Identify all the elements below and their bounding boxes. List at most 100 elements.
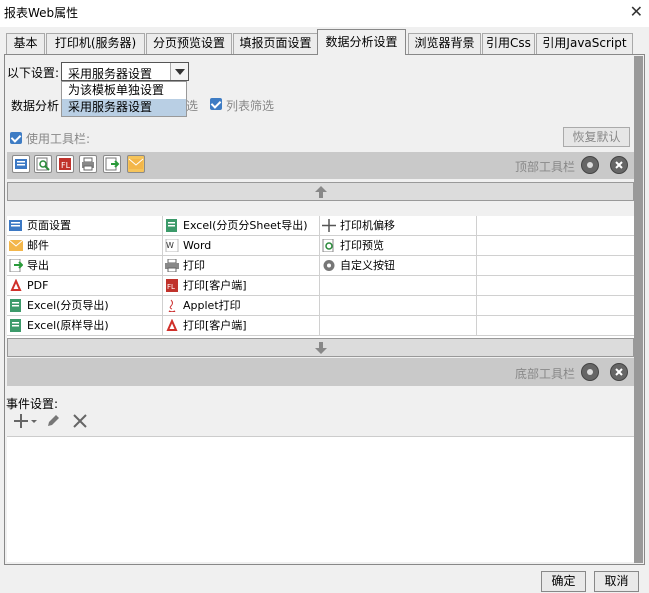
tab-css[interactable]: 引用Css bbox=[482, 33, 535, 54]
grid-item-custom-button[interactable]: 自定义按钮 bbox=[320, 256, 477, 276]
window-title: 报表Web属性 bbox=[4, 6, 79, 20]
ok-button[interactable]: 确定 bbox=[541, 571, 586, 592]
flash-print-icon[interactable]: FL bbox=[56, 155, 74, 173]
list-filter-checkbox[interactable] bbox=[210, 98, 222, 110]
grid-label: 邮件 bbox=[27, 239, 49, 252]
print-preview-icon bbox=[322, 239, 334, 252]
tab-javascript[interactable]: 引用JavaScript bbox=[536, 33, 633, 54]
grid-item-excel-sheet[interactable]: Excel(分页分Sheet导出) bbox=[163, 216, 320, 236]
excel-icon bbox=[10, 319, 21, 332]
excel-icon bbox=[10, 299, 21, 312]
use-toolbar-checkbox[interactable] bbox=[10, 132, 22, 144]
grid-label: Word bbox=[183, 239, 212, 252]
grid-item-print[interactable]: 打印 bbox=[163, 256, 320, 276]
grid-item-mail[interactable]: 邮件 bbox=[7, 236, 163, 256]
close-icon[interactable]: ✕ bbox=[630, 2, 643, 21]
grid-label: 自定义按钮 bbox=[340, 259, 395, 272]
remove-round-icon[interactable] bbox=[610, 363, 628, 381]
grid-label: PDF bbox=[27, 279, 49, 292]
grid-empty-cell bbox=[320, 316, 477, 336]
scrollbar[interactable] bbox=[634, 56, 643, 563]
grid-item-excel-page[interactable]: Excel(分页导出) bbox=[7, 296, 163, 316]
delete-icon[interactable] bbox=[72, 413, 88, 432]
top-toolbar-label: 顶部工具栏 bbox=[515, 160, 576, 174]
option-template[interactable]: 为该模板单独设置 bbox=[62, 82, 186, 99]
grid-item-pdf-print[interactable]: 打印[客户端] bbox=[163, 316, 320, 336]
mail-icon bbox=[9, 239, 23, 251]
bottom-toolbar-label: 底部工具栏 bbox=[515, 367, 576, 381]
tab-printer-server[interactable]: 打印机(服务器) bbox=[46, 33, 145, 54]
tab-browser-bg[interactable]: 浏览器背景 bbox=[408, 33, 481, 54]
grid-empty-cell bbox=[320, 276, 477, 296]
events-list[interactable] bbox=[7, 436, 634, 562]
pdf-icon bbox=[10, 279, 22, 292]
grid-item-export[interactable]: 导出 bbox=[7, 256, 163, 276]
option-server[interactable]: 采用服务器设置 bbox=[62, 99, 186, 116]
settings-select[interactable]: 采用服务器设置 bbox=[61, 62, 189, 81]
printer-icon[interactable] bbox=[79, 155, 97, 173]
svg-text:FL: FL bbox=[61, 161, 71, 170]
word-icon: W bbox=[165, 239, 179, 252]
mail-icon[interactable] bbox=[127, 155, 145, 173]
grid-item-pdf[interactable]: PDF bbox=[7, 276, 163, 296]
print-preview-icon[interactable] bbox=[34, 155, 52, 173]
page-setup-icon[interactable] bbox=[12, 155, 30, 173]
grid-label: Applet打印 bbox=[183, 299, 241, 312]
grid-item-applet-print[interactable]: Applet打印 bbox=[163, 296, 320, 316]
grid-label: 打印机偏移 bbox=[340, 219, 395, 232]
chevron-down-icon[interactable] bbox=[170, 63, 188, 80]
add-icon[interactable] bbox=[13, 413, 37, 432]
grid-empty-cell bbox=[477, 256, 634, 276]
page-setup-icon bbox=[9, 220, 22, 231]
cancel-button[interactable]: 取消 bbox=[594, 571, 639, 592]
grid-empty-cell bbox=[477, 316, 634, 336]
tab-fill-page[interactable]: 填报页面设置 bbox=[233, 33, 318, 54]
gear-icon bbox=[323, 260, 335, 271]
settings-label: 以下设置: bbox=[7, 66, 60, 80]
tab-page-preview[interactable]: 分页预览设置 bbox=[146, 33, 232, 54]
grid-label: 页面设置 bbox=[27, 219, 71, 232]
tab-bar: 基本 打印机(服务器) 分页预览设置 填报页面设置 数据分析设置 浏览器背景 引… bbox=[4, 29, 644, 55]
edit-icon[interactable] bbox=[45, 413, 61, 432]
arrow-down-icon bbox=[315, 342, 327, 354]
data-analysis-label: 数据分析 bbox=[11, 99, 60, 113]
grid-item-word[interactable]: W Word bbox=[163, 236, 320, 256]
list-filter-label: 列表筛选 bbox=[226, 99, 275, 113]
grid-item-excel-original[interactable]: Excel(原样导出) bbox=[7, 316, 163, 336]
events-label: 事件设置: bbox=[6, 397, 59, 411]
remove-round-icon[interactable] bbox=[610, 156, 628, 174]
move-up-bar[interactable] bbox=[7, 182, 634, 201]
grid-item-page-setup[interactable]: 页面设置 bbox=[7, 216, 163, 236]
settings-select-value: 采用服务器设置 bbox=[68, 67, 153, 81]
settings-round-icon[interactable] bbox=[581, 156, 599, 174]
arrow-up-icon bbox=[315, 186, 327, 198]
hidden-option-suffix: 选 bbox=[186, 99, 199, 113]
grid-label: 打印 bbox=[183, 259, 205, 272]
export-icon[interactable] bbox=[103, 155, 121, 173]
excel-icon bbox=[166, 219, 177, 232]
move-down-bar[interactable] bbox=[7, 338, 634, 357]
grid-label: 打印预览 bbox=[340, 239, 384, 252]
grid-empty-cell bbox=[477, 216, 634, 236]
grid-item-print-preview[interactable]: 打印预览 bbox=[320, 236, 477, 256]
grid-empty-cell bbox=[477, 236, 634, 256]
svg-text:W: W bbox=[166, 241, 174, 250]
grid-label: Excel(原样导出) bbox=[27, 319, 109, 332]
grid-item-printer-offset[interactable]: 打印机偏移 bbox=[320, 216, 477, 236]
top-toolbar: FL 顶部工具栏 bbox=[7, 152, 634, 179]
grid-label: 打印[客户端] bbox=[183, 279, 247, 292]
settings-panel: 以下设置: 采用服务器设置 为该模板单独设置 采用服务器设置 数据分析 选 列表… bbox=[4, 54, 645, 565]
printer-icon bbox=[165, 259, 179, 272]
grid-item-flash-print[interactable]: FL 打印[客户端] bbox=[163, 276, 320, 296]
move-icon bbox=[322, 219, 336, 232]
grid-label: Excel(分页导出) bbox=[27, 299, 109, 312]
pdf-print-icon bbox=[166, 319, 178, 331]
tab-data-analysis[interactable]: 数据分析设置 bbox=[317, 29, 406, 55]
settings-round-icon[interactable] bbox=[581, 363, 599, 381]
restore-default-button[interactable]: 恢复默认 bbox=[563, 127, 630, 147]
grid-empty-cell bbox=[477, 276, 634, 296]
svg-text:FL: FL bbox=[167, 283, 175, 291]
title-bar: 报表Web属性 ✕ bbox=[0, 0, 649, 27]
java-icon bbox=[168, 299, 176, 312]
tab-basic[interactable]: 基本 bbox=[6, 33, 45, 54]
